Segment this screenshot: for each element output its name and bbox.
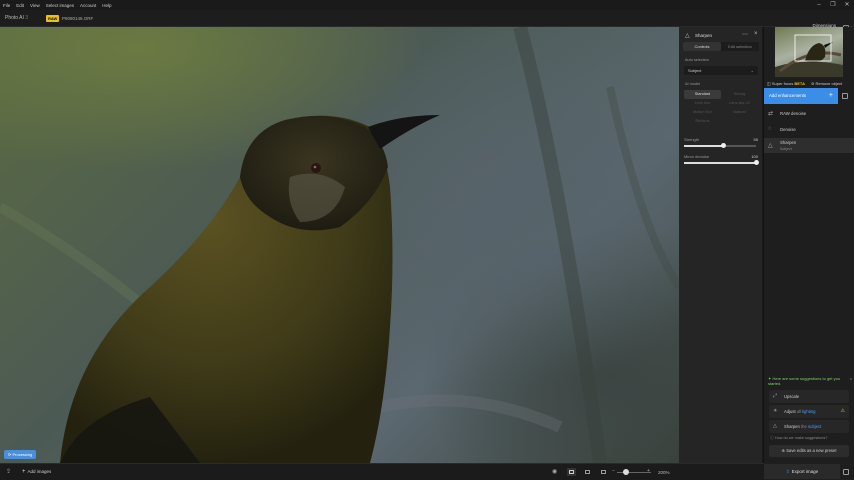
processing-indicator: ⟳ Processing (4, 450, 37, 459)
menu-file[interactable]: File (0, 3, 13, 8)
lighting-icon: ☀ (773, 408, 778, 414)
strength-value: 55 (753, 137, 758, 142)
minor-denoise-fill (684, 162, 756, 164)
super-focus-button[interactable]: ◫ Super focus BETA (767, 81, 805, 86)
close-suggestions-icon[interactable]: × (850, 376, 852, 381)
raw-denoise-icon: ⇄ (768, 111, 774, 117)
suggestions-header: ✦ Here are some suggestions to get you s… (768, 376, 852, 386)
close-panel-icon[interactable]: × (754, 31, 758, 37)
panel-tabs: Controls Edit selection (683, 42, 759, 51)
export-settings-icon[interactable] (843, 469, 849, 475)
zoom-slider-handle[interactable] (623, 469, 629, 475)
model-refocus[interactable]: Refocus (684, 117, 721, 126)
upscale-icon: ⤢ (773, 393, 778, 399)
model-lens-blur-v2[interactable]: Lens blur v2 (721, 99, 758, 108)
strength-track[interactable] (684, 143, 756, 148)
denoise-icon: ◌ (768, 126, 772, 132)
minor-denoise-handle[interactable] (753, 160, 759, 165)
minor-denoise-value: 100 (751, 154, 758, 159)
model-strong[interactable]: Strong (721, 90, 758, 99)
remove-object-button[interactable]: ⊘ Remove object (811, 81, 842, 86)
close-icon[interactable]: ✕ (840, 0, 854, 10)
raw-badge: RAW (46, 15, 60, 22)
bottom-bar: ⇪ + Add images ◉ − + 200% (0, 463, 764, 480)
minor-denoise-label: Minor denoise (684, 154, 710, 159)
preview-eye-icon[interactable]: ◉ (552, 468, 557, 475)
single-view-button[interactable] (567, 468, 576, 476)
panel-header: △ Sharpen ⋯ × (679, 29, 763, 41)
model-natural[interactable]: Natural (721, 108, 758, 117)
zoom-out-icon[interactable]: − (612, 468, 615, 474)
panel-title: Sharpen (695, 33, 713, 38)
menu-edit[interactable]: Edit (13, 3, 27, 8)
plus-icon: + (22, 469, 26, 475)
add-images-button[interactable]: + Add images (22, 469, 51, 475)
compare-view-button[interactable] (599, 468, 608, 476)
zoom-level[interactable]: 200% (658, 470, 670, 475)
sharpen-panel: △ Sharpen ⋯ × Controls Edit selection Au… (679, 27, 763, 463)
model-motion-blur[interactable]: Motion blur (684, 108, 721, 117)
model-lens-blur[interactable]: Lens blur (684, 99, 721, 108)
compare-view-icon (601, 470, 606, 474)
strength-handle[interactable] (721, 143, 727, 148)
menu-view[interactable]: View (27, 3, 43, 8)
stack-item-sharpen[interactable]: △ Sharpen Subject (764, 138, 854, 153)
navigator-thumbnail[interactable] (775, 27, 843, 77)
menu-help[interactable]: Help (99, 3, 114, 8)
minimize-icon[interactable]: – (812, 0, 826, 10)
stack-item-raw-denoise[interactable]: ⇄ RAW denoise (764, 106, 854, 121)
tool-row: ◫ Super focus BETA ⊘ Remove object (764, 79, 854, 88)
suggestion-upscale[interactable]: ⤢ Upscale (769, 390, 849, 403)
restore-icon[interactable]: ❐ (826, 0, 840, 10)
menu-account[interactable]: Account (77, 3, 99, 8)
stack-item-denoise[interactable]: ◌ Denoise (764, 122, 854, 137)
thumbnail-image (775, 34, 843, 77)
model-standard[interactable]: Standard (684, 90, 721, 99)
add-enhancements-button[interactable]: Add enhancements + (764, 88, 838, 104)
menu-bar: File Edit View Select images Account Hel… (0, 0, 854, 10)
save-preset-button[interactable]: ⊕ Save edits as a new preset (769, 445, 849, 457)
image-canvas[interactable]: ⟳ Processing (0, 27, 679, 463)
sharpen-icon: △ (768, 143, 773, 149)
file-name: P8080146.ORF (62, 15, 94, 21)
side-by-side-button[interactable] (583, 468, 592, 476)
warning-icon: ⚠ (840, 408, 845, 414)
ai-model-label: AI model (685, 82, 700, 86)
auto-selection-dropdown[interactable]: Subject ⌄ (684, 66, 758, 75)
save-icon: ⊕ (781, 448, 786, 453)
split-view-icon (585, 470, 590, 474)
chevron-down-icon: ⌄ (750, 68, 754, 73)
upload-icon[interactable]: ⇪ (6, 468, 11, 475)
suggestion-sharpen[interactable]: △ Sharpen the subject (769, 420, 849, 433)
suggestion-lighting[interactable]: ☀ Adjust all lighting ⚠ (769, 405, 849, 418)
title-bar: Photo AI 3 RAW P8080146.ORF 18.8 Dimensi… (0, 10, 854, 34)
crop-icon[interactable] (842, 93, 848, 99)
window-controls: – ❐ ✕ (812, 0, 854, 10)
plus-icon: + (828, 92, 833, 99)
single-view-icon (569, 470, 574, 474)
tab-controls[interactable]: Controls (683, 42, 721, 51)
bird-photo (0, 27, 679, 463)
how-suggestions-link[interactable]: ⓘ How do we make suggestions? (770, 436, 827, 441)
right-panel: ◫ Super focus BETA ⊘ Remove object Add e… (764, 27, 854, 480)
auto-selection-label: Auto selection (685, 58, 709, 62)
zoom-in-icon[interactable]: + (647, 468, 650, 474)
minor-denoise-track[interactable] (684, 160, 759, 165)
strength-fill (684, 145, 724, 147)
beta-badge: BETA (794, 81, 805, 86)
app-title: Photo AI 3 (5, 15, 29, 21)
menu-select-images[interactable]: Select images (43, 3, 77, 8)
info-icon: ⓘ (770, 436, 774, 440)
export-image-button[interactable]: ⇪ Export image (764, 464, 840, 479)
tab-edit-selection[interactable]: Edit selection (721, 42, 759, 51)
strength-label: Strength (684, 137, 700, 142)
auto-selection-value: Subject (688, 68, 702, 73)
sharpen-icon: △ (685, 33, 690, 39)
ai-model-grid: Standard Strong Lens blur Lens blur v2 M… (684, 90, 758, 126)
sharpen-icon: △ (773, 423, 777, 429)
more-options-icon[interactable]: ⋯ (742, 31, 748, 38)
export-icon: ⇪ (785, 469, 790, 474)
